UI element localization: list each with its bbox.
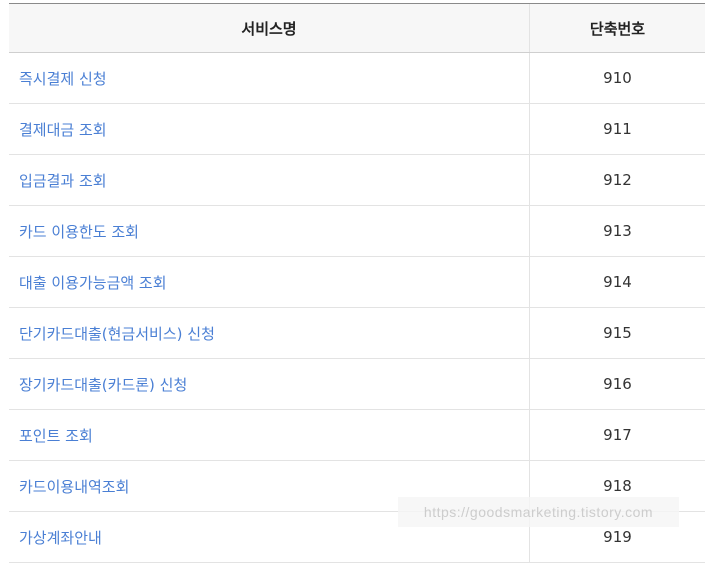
table-row: 대출 이용가능금액 조회 914 [9, 257, 705, 308]
table-row: 카드 이용한도 조회 913 [9, 206, 705, 257]
blog-url-watermark: https://goodsmarketing.tistory.com [398, 497, 679, 527]
shortcut-number: 919 [603, 528, 632, 546]
shortcut-number-cell: 912 [530, 155, 705, 205]
service-link[interactable]: 포인트 조회 [19, 425, 93, 446]
service-name-cell: 결제대금 조회 [9, 104, 530, 154]
shortcut-number: 914 [603, 273, 632, 291]
shortcut-number-cell: 914 [530, 257, 705, 307]
table-row: 즉시결제 신청 910 [9, 53, 705, 104]
table-row: 결제대금 조회 911 [9, 104, 705, 155]
shortcut-number: 910 [603, 69, 632, 87]
shortcut-number: 912 [603, 171, 632, 189]
shortcut-number-cell: 911 [530, 104, 705, 154]
shortcut-number: 913 [603, 222, 632, 240]
shortcut-number: 916 [603, 375, 632, 393]
service-name-cell: 입금결과 조회 [9, 155, 530, 205]
service-link[interactable]: 대출 이용가능금액 조회 [19, 272, 167, 293]
shortcut-number-cell: 915 [530, 308, 705, 358]
service-name-cell: 단기카드대출(현금서비스) 신청 [9, 308, 530, 358]
shortcut-number-cell: 913 [530, 206, 705, 256]
service-link[interactable]: 결제대금 조회 [19, 119, 107, 140]
service-link[interactable]: 입금결과 조회 [19, 170, 107, 191]
service-link[interactable]: 카드이용내역조회 [19, 476, 129, 497]
service-name-cell: 포인트 조회 [9, 410, 530, 460]
service-link[interactable]: 카드 이용한도 조회 [19, 221, 139, 242]
table-header-row: 서비스명 단축번호 [9, 4, 705, 53]
service-shortcut-table: 서비스명 단축번호 즉시결제 신청 910 결제대금 조회 911 입금결과 조… [9, 3, 705, 563]
header-service-name: 서비스명 [9, 4, 530, 52]
table-row: 입금결과 조회 912 [9, 155, 705, 206]
service-name-cell: 카드 이용한도 조회 [9, 206, 530, 256]
service-link[interactable]: 즉시결제 신청 [19, 68, 107, 89]
header-shortcut-number: 단축번호 [589, 19, 646, 38]
service-link[interactable]: 가상계좌안내 [19, 527, 102, 548]
service-name-cell: 장기카드대출(카드론) 신청 [9, 359, 530, 409]
service-name-cell: 즉시결제 신청 [9, 53, 530, 103]
shortcut-number: 917 [603, 426, 632, 444]
shortcut-number-cell: 910 [530, 53, 705, 103]
table-row: 포인트 조회 917 [9, 410, 705, 461]
service-link[interactable]: 단기카드대출(현금서비스) 신청 [19, 323, 215, 344]
shortcut-number: 915 [603, 324, 632, 342]
service-name-cell: 대출 이용가능금액 조회 [9, 257, 530, 307]
table-row: 단기카드대출(현금서비스) 신청 915 [9, 308, 705, 359]
service-link[interactable]: 장기카드대출(카드론) 신청 [19, 374, 187, 395]
shortcut-number-cell: 917 [530, 410, 705, 460]
shortcut-number: 918 [603, 477, 632, 495]
shortcut-number: 911 [603, 120, 632, 138]
table-row: 장기카드대출(카드론) 신청 916 [9, 359, 705, 410]
shortcut-number-cell: 916 [530, 359, 705, 409]
